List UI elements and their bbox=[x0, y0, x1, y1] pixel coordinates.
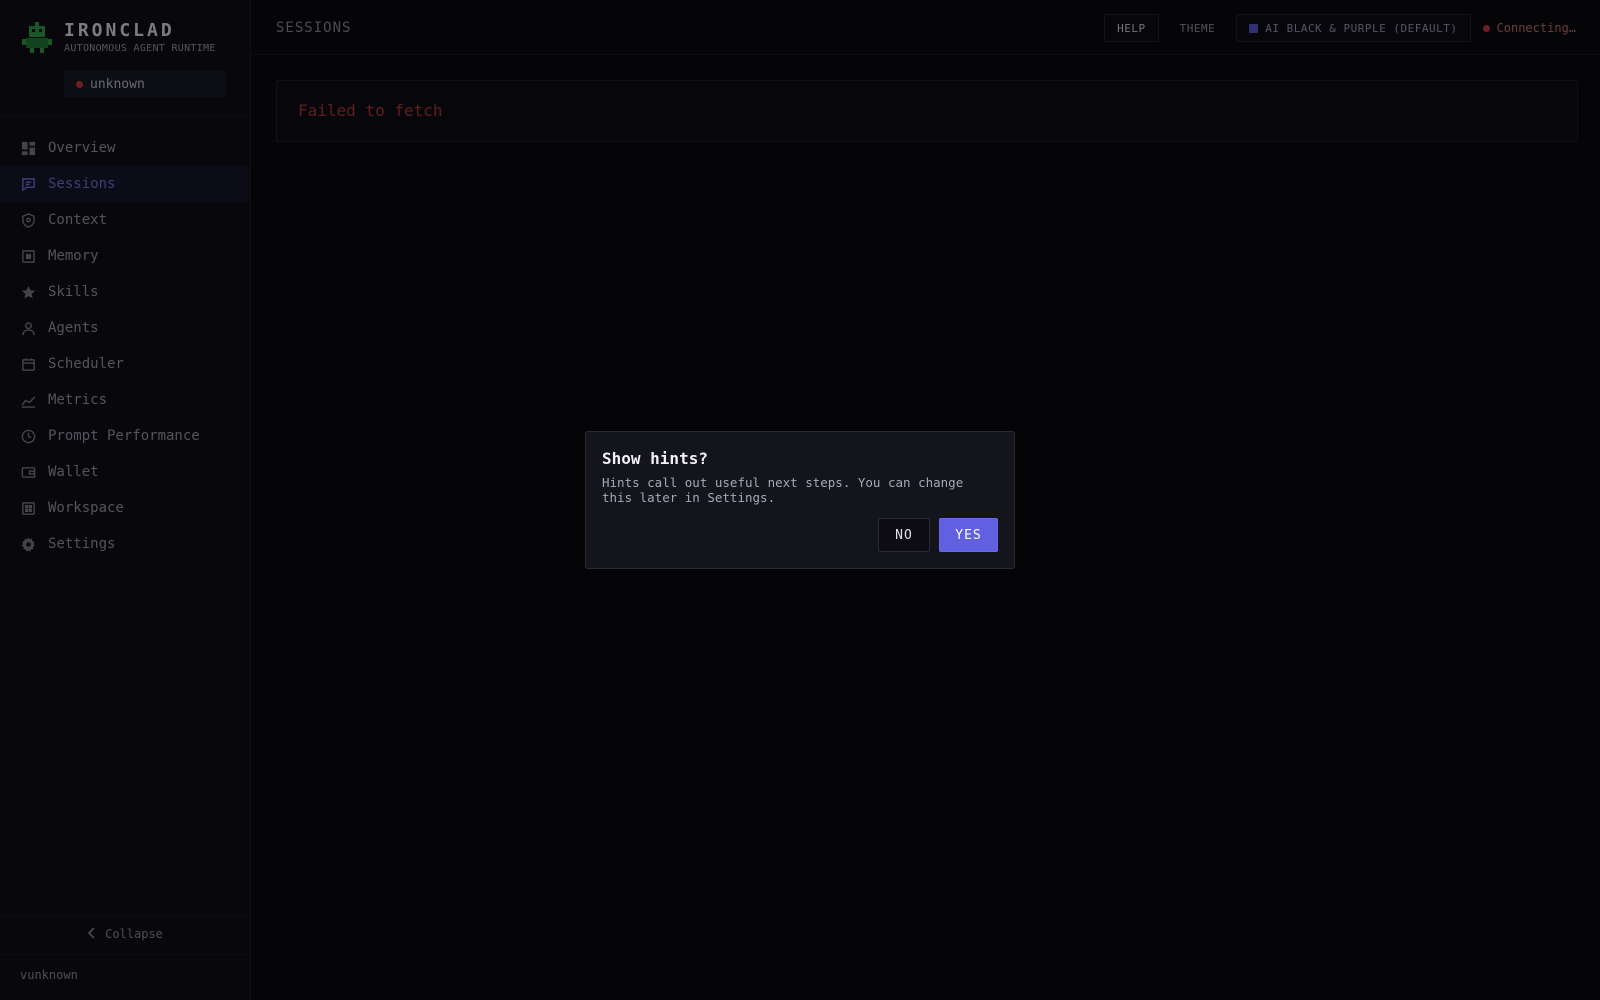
dialog-actions: NO YES bbox=[878, 518, 998, 552]
hints-dialog: Show hints? Hints call out useful next s… bbox=[585, 431, 1015, 569]
yes-button[interactable]: YES bbox=[939, 518, 998, 552]
no-button[interactable]: NO bbox=[878, 518, 930, 552]
dialog-title: Show hints? bbox=[602, 449, 708, 468]
app-root: IRONCLAD AUTONOMOUS AGENT RUNTIME unknow… bbox=[0, 0, 1600, 1000]
dialog-body: Hints call out useful next steps. You ca… bbox=[602, 475, 964, 505]
